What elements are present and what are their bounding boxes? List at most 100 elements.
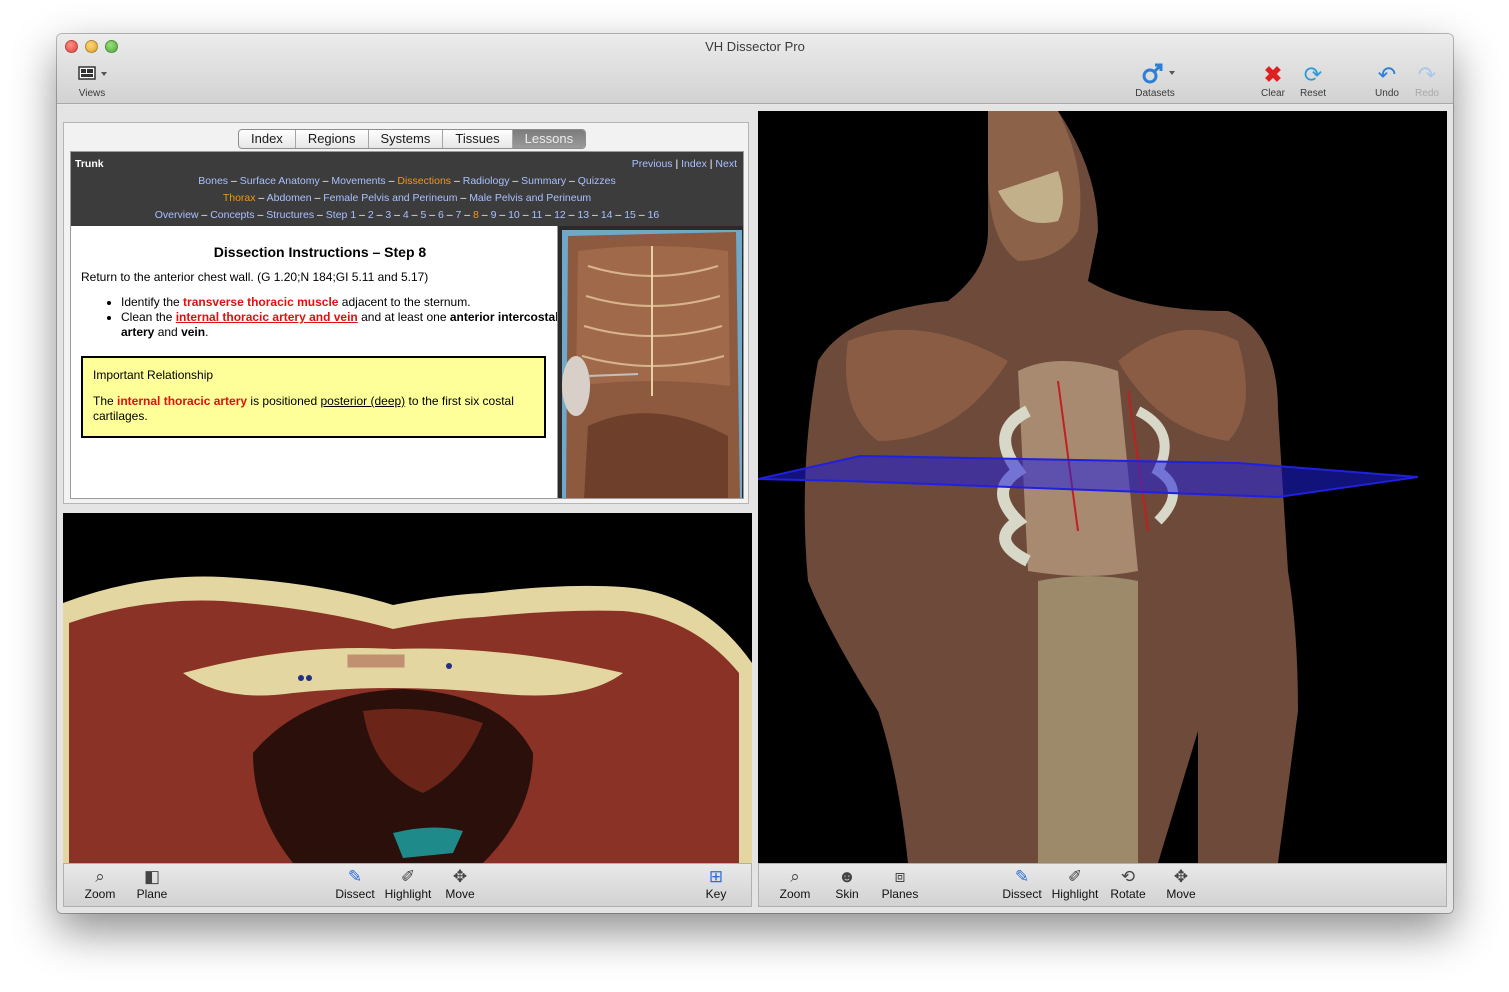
nav-link[interactable]: Concepts [210, 209, 254, 221]
nav-link[interactable]: 11 [531, 209, 542, 221]
window-title: VH Dissector Pro [705, 39, 805, 54]
term-transverse-thoracic[interactable]: transverse thoracic muscle [183, 295, 338, 309]
views-button[interactable]: Views [75, 62, 109, 99]
tab-tissues[interactable]: Tissues [443, 130, 513, 148]
datasets-label: Datasets [1135, 88, 1175, 99]
main-content: Index Regions Systems Tissues Lessons Tr… [57, 105, 1453, 913]
nav-link[interactable]: Abdomen [267, 192, 312, 204]
key-grid-icon: ⊞ [708, 867, 724, 886]
nav-link[interactable]: Quizzes [578, 175, 616, 187]
person-icon: ☻ [838, 867, 856, 886]
tab-index[interactable]: Index [239, 130, 296, 148]
zoom-button[interactable]: ⌕ Zoom [777, 867, 813, 901]
plane-button[interactable]: ◧ Plane [134, 867, 170, 901]
nav-link-current[interactable]: Dissections [397, 175, 451, 187]
callout-text: The internal thoracic artery is position… [93, 394, 514, 423]
plane-layers-icon: ◧ [143, 867, 161, 886]
instructions-intro: Return to the anterior chest wall. (G 1.… [81, 270, 429, 284]
move-button[interactable]: ✥ Move [1163, 867, 1199, 901]
redo-arrow-icon: ↷ [1417, 62, 1437, 87]
nav-link[interactable]: 10 [508, 209, 520, 221]
callout-title: Important Relationship [93, 368, 214, 382]
magnifier-icon: ⌕ [95, 867, 105, 886]
nav-link[interactable]: Male Pelvis and Perineum [469, 192, 591, 204]
redo-button[interactable]: ↷ Redo [1409, 62, 1445, 99]
reset-button[interactable]: ⟳ Reset [1295, 62, 1331, 99]
term-internal-thoracic-artery[interactable]: internal thoracic artery [117, 394, 247, 408]
nav-prev-next: Previous | Index | Next [631, 158, 737, 170]
link-internal-thoracic[interactable]: internal thoracic artery and vein [176, 310, 358, 324]
views-label: Views [78, 88, 106, 99]
nav-link[interactable]: Movements [331, 175, 385, 187]
dissection-instructions: Dissection Instructions – Step 8 Return … [81, 244, 559, 438]
key-button[interactable]: ⊞ Key [700, 867, 732, 901]
nav-section-title: Trunk [75, 158, 104, 170]
undo-button[interactable]: ↶ Undo [1369, 62, 1405, 99]
undo-label: Undo [1375, 88, 1399, 99]
link-posterior-deep[interactable]: posterior (deep) [320, 394, 405, 408]
nav-line-regions: Thorax – Abdomen – Female Pelvis and Per… [222, 192, 592, 204]
nav-link-current[interactable]: Thorax [223, 192, 256, 204]
move-arrows-icon: ✥ [452, 867, 468, 886]
red-x-icon: ✖ [1263, 62, 1283, 87]
nav-link[interactable]: Structures [266, 209, 314, 221]
nav-link[interactable]: Bones [198, 175, 228, 187]
cross-section-toolbar: ⌕ Zoom ◧ Plane ✎ Dissect ✐ Highlight ✥ Move ⊞… [63, 863, 752, 907]
dissect-button[interactable]: ✎ Dissect [999, 867, 1045, 901]
app-window: VH Dissector Pro Views Datasets ✖ Clear … [57, 34, 1453, 913]
tab-regions[interactable]: Regions [296, 130, 369, 148]
move-button[interactable]: ✥ Move [442, 867, 478, 901]
rotate-button[interactable]: ⟲ Rotate [1107, 867, 1149, 901]
dissect-button[interactable]: ✎ Dissect [332, 867, 378, 901]
scalpel-icon: ✎ [347, 867, 363, 886]
tab-systems[interactable]: Systems [369, 130, 444, 148]
tab-lessons[interactable]: Lessons [512, 130, 586, 148]
planes-button[interactable]: ⧈ Planes [875, 867, 925, 901]
dissection-photo [557, 226, 743, 498]
male-symbol-icon [1131, 62, 1179, 88]
undo-arrow-icon: ↶ [1377, 62, 1397, 87]
move-arrows-icon: ✥ [1173, 867, 1189, 886]
highlight-button[interactable]: ✐ Highlight [382, 867, 434, 901]
3d-model-view[interactable] [758, 111, 1447, 863]
nav-link[interactable]: 14 [601, 209, 613, 221]
nav-link[interactable]: Surface Anatomy [240, 175, 320, 187]
redo-label: Redo [1415, 88, 1439, 99]
reset-icon: ⟳ [1303, 62, 1323, 87]
nav-index-link[interactable]: Index [681, 158, 707, 170]
cross-section-view[interactable] [63, 513, 752, 863]
skin-button[interactable]: ☻ Skin [829, 867, 865, 901]
nav-link[interactable]: 13 [577, 209, 589, 221]
reset-label: Reset [1299, 88, 1327, 99]
views-icon [75, 62, 109, 88]
list-item: Clean the internal thoracic artery and v… [121, 310, 559, 340]
datasets-button[interactable]: Datasets [1131, 62, 1179, 99]
nav-link[interactable]: Overview [155, 209, 199, 221]
nav-line-topics: Bones – Surface Anatomy – Movements – Di… [198, 175, 616, 187]
title-bar: VH Dissector Pro Views Datasets ✖ Clear … [57, 34, 1453, 104]
rotate-icon: ⟲ [1120, 867, 1136, 886]
highlighter-icon: ✐ [400, 867, 416, 886]
important-relationship-box: Important Relationship The internal thor… [81, 356, 546, 438]
highlight-button[interactable]: ✐ Highlight [1049, 867, 1101, 901]
scalpel-icon: ✎ [1014, 867, 1030, 886]
3d-view-toolbar: ⌕ Zoom ☻ Skin ⧈ Planes ✎ Dissect ✐ Highlight … [758, 863, 1447, 907]
nav-link[interactable]: Radiology [463, 175, 510, 187]
nav-link[interactable]: Summary [521, 175, 566, 187]
nav-link[interactable]: Step 1 [326, 209, 356, 221]
nav-link[interactable]: 15 [624, 209, 636, 221]
magnifier-icon: ⌕ [790, 867, 800, 886]
nav-link[interactable]: Female Pelvis and Perineum [323, 192, 457, 204]
instructions-list: Identify the transverse thoracic muscle … [81, 295, 559, 340]
nav-link[interactable]: 16 [648, 209, 660, 221]
list-item: Identify the transverse thoracic muscle … [121, 295, 559, 310]
nav-previous-link[interactable]: Previous [632, 158, 673, 170]
tab-bar: Index Regions Systems Tissues Lessons [238, 129, 587, 149]
nav-line-steps: Overview – Concepts – Structures – Step … [154, 209, 660, 221]
lesson-panel: Index Regions Systems Tissues Lessons Tr… [63, 122, 749, 504]
lesson-content: Trunk Previous | Index | Next Bones – Su… [70, 151, 744, 499]
nav-next-link[interactable]: Next [715, 158, 737, 170]
nav-link[interactable]: 12 [554, 209, 566, 221]
zoom-button[interactable]: ⌕ Zoom [82, 867, 118, 901]
clear-button[interactable]: ✖ Clear [1255, 62, 1291, 99]
